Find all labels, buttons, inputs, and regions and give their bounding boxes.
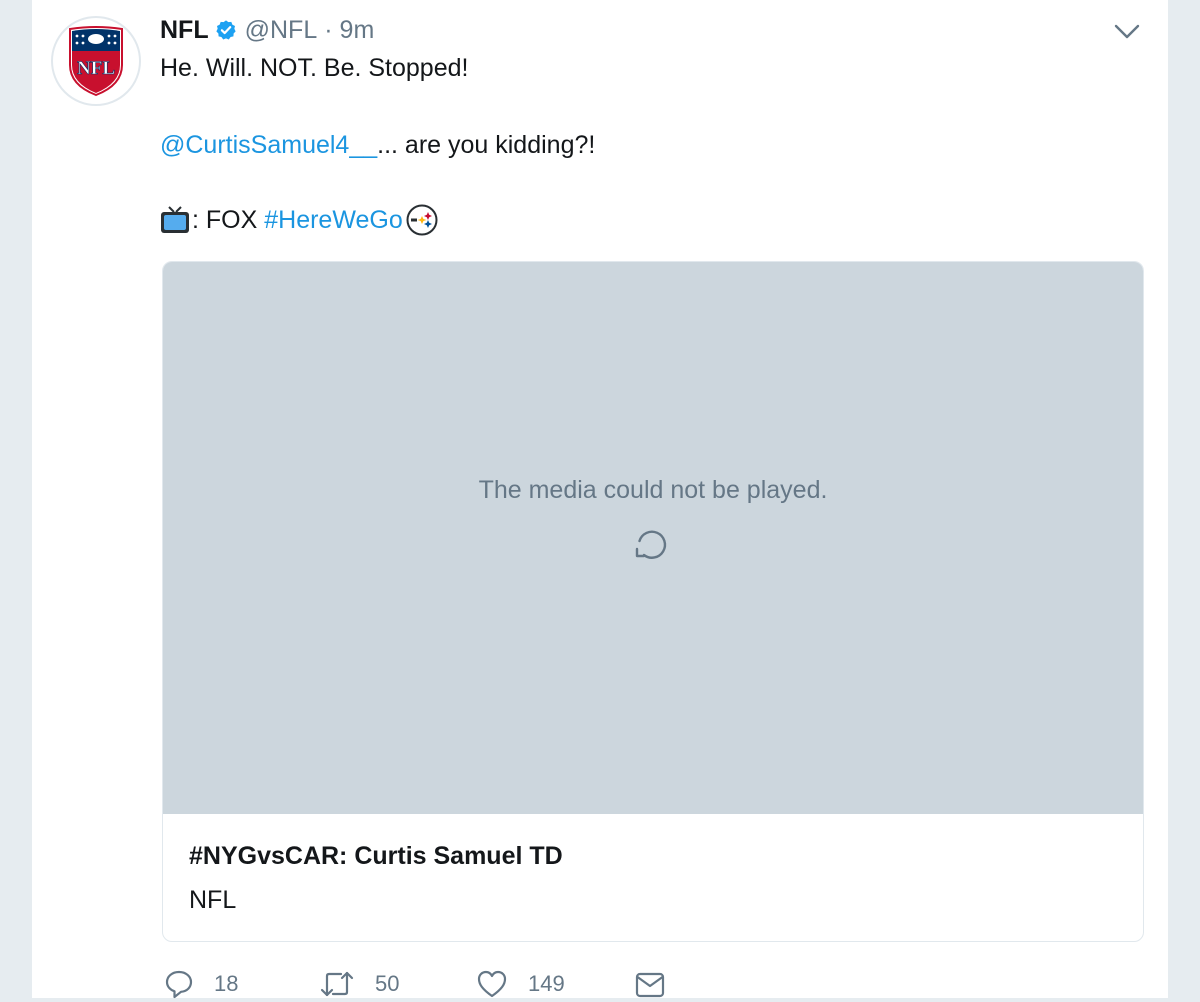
media-error-message: The media could not be played.	[478, 476, 828, 504]
tweet-header: NFL @NFL · 9m	[160, 12, 374, 48]
nfl-shield-logo: NFL	[69, 26, 123, 97]
envelope-icon	[635, 972, 665, 998]
direct-message-button[interactable]	[634, 966, 666, 1002]
television-emoji-icon	[160, 205, 190, 235]
retweet-icon	[320, 971, 354, 997]
retry-icon[interactable]	[631, 524, 673, 566]
chevron-down-icon[interactable]	[1114, 22, 1140, 42]
tweet-text-line2-rest: ... are you kidding?!	[377, 131, 596, 159]
retweet-count: 50	[375, 971, 400, 996]
hashtag-link[interactable]: #HereWeGo	[264, 204, 403, 236]
tweet-text-line1: He. Will. NOT. Be. Stopped!	[160, 54, 469, 82]
separator-dot: ·	[324, 15, 333, 44]
tweet-text-line2: @CurtisSamuel4__... are you kidding?!	[160, 129, 595, 161]
svg-text:NFL: NFL	[77, 58, 115, 79]
card-source: NFL	[189, 886, 237, 914]
retweet-button[interactable]: 50	[319, 966, 399, 1002]
tweet-card[interactable]: NFL NFL @NFL · 9m He. Will. NOT. Be. Sto…	[32, 0, 1168, 999]
avatar[interactable]: NFL	[51, 16, 141, 106]
reply-icon	[165, 970, 193, 999]
video-player[interactable]: The media could not be played.	[163, 262, 1143, 814]
heart-icon	[477, 970, 507, 998]
author-handle[interactable]: @NFL	[245, 16, 318, 45]
reply-count: 18	[214, 971, 239, 996]
like-count: 149	[528, 971, 565, 996]
mention-link[interactable]: @CurtisSamuel4__	[160, 131, 377, 159]
tweet-actions: 18 50 149	[164, 966, 764, 1002]
author-name[interactable]: NFL	[160, 16, 209, 45]
like-button[interactable]: 149	[476, 966, 565, 1002]
card-title[interactable]: #NYGvsCAR: Curtis Samuel TD	[189, 842, 563, 871]
media-card[interactable]: The media could not be played. #NYGvsCAR…	[162, 261, 1144, 942]
reply-button[interactable]: 18	[164, 966, 238, 1002]
tweet-text-line3: : FOX #HereWeGo	[160, 204, 438, 236]
tweet-text-line3-prefix: : FOX	[192, 206, 265, 234]
verified-badge-icon	[215, 19, 237, 41]
steelers-logo-emoji-icon	[406, 204, 438, 236]
timestamp[interactable]: 9m	[340, 16, 375, 45]
